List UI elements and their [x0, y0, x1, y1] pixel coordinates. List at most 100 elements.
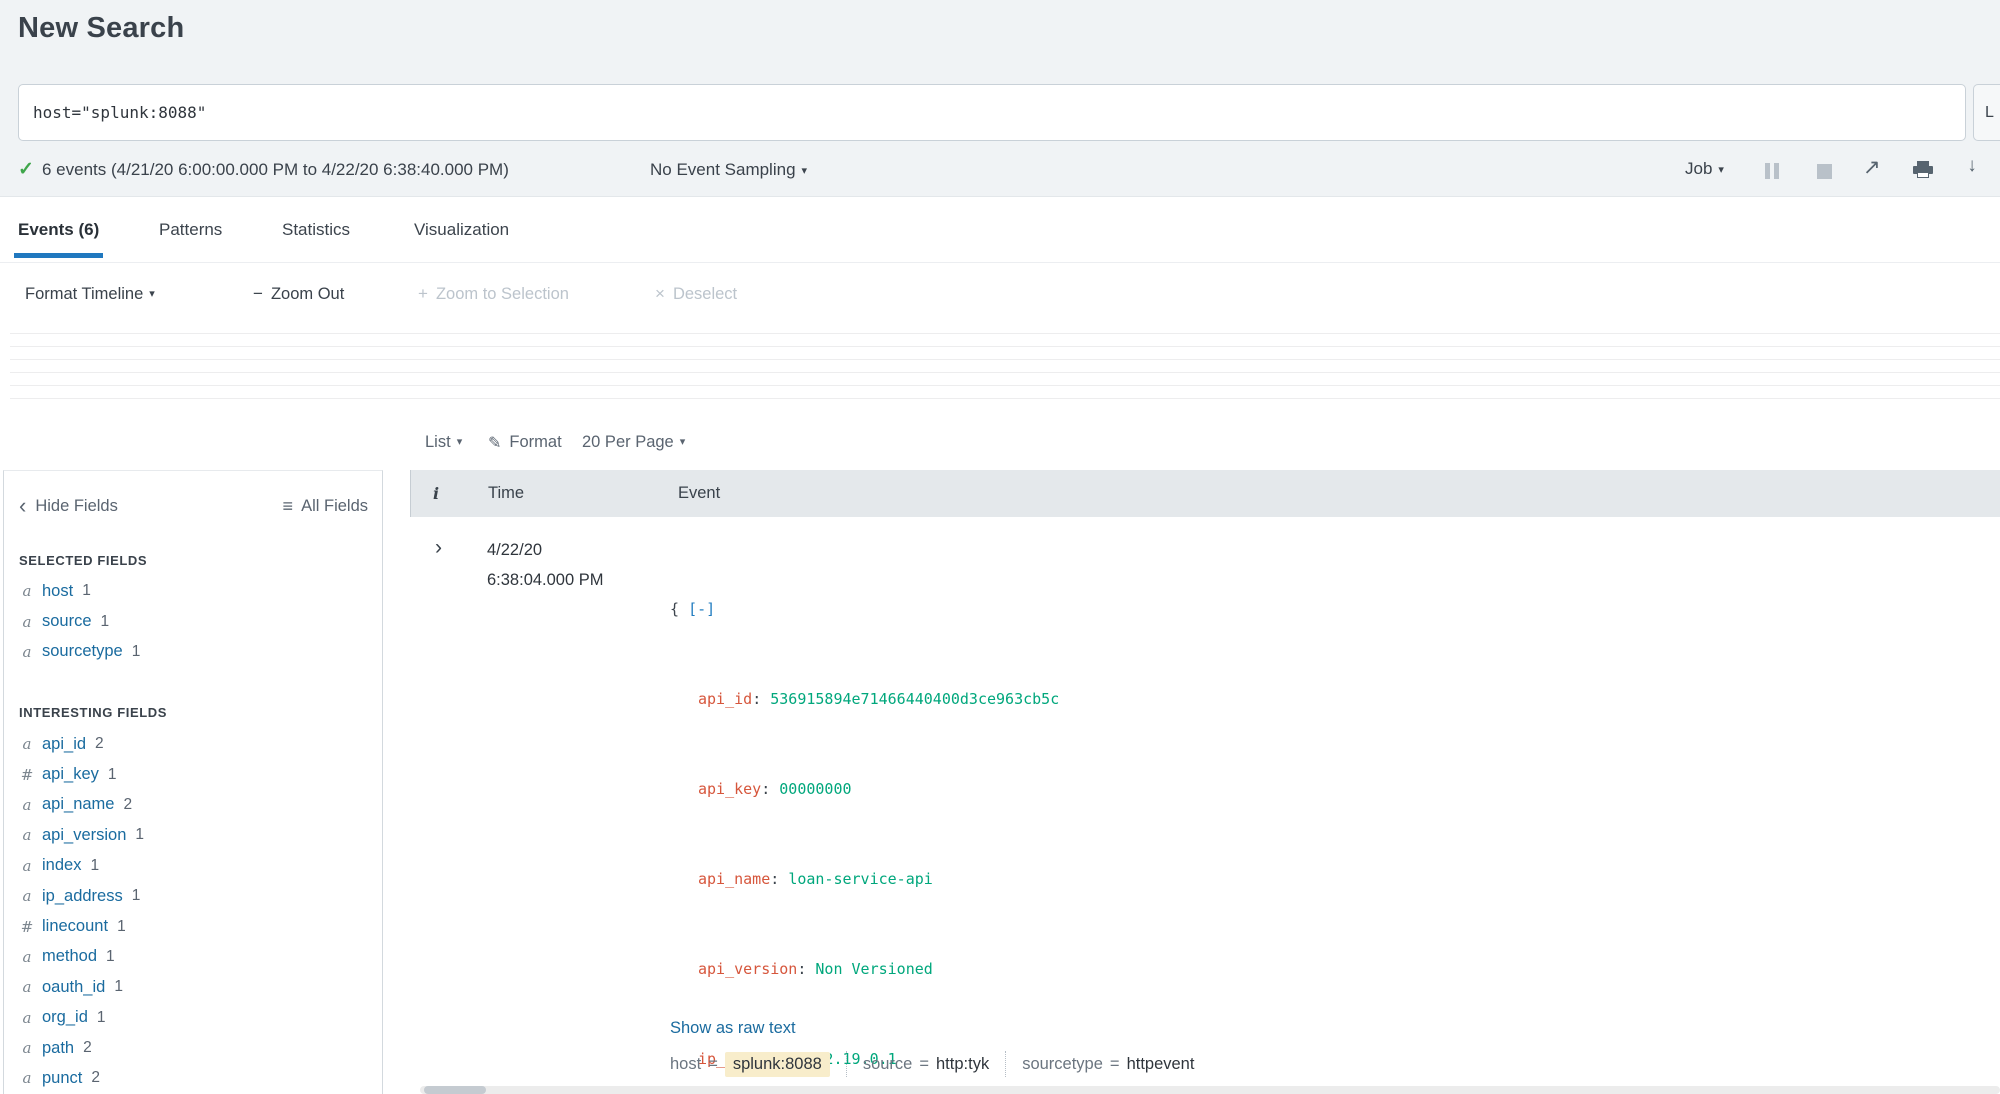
meta-source-value[interactable]: http:tyk: [936, 1055, 989, 1074]
field-type-icon: #: [20, 917, 34, 936]
event-column-header: Event: [678, 484, 721, 502]
field-type-icon: a: [22, 887, 32, 906]
search-bar: [18, 84, 1966, 141]
job-complete-check-icon: ✓: [18, 159, 34, 180]
list-icon: ≡: [282, 495, 294, 516]
interesting-fields-title: INTERESTING FIELDS: [19, 705, 168, 720]
field-type-icon: a: [22, 978, 32, 997]
pause-job-icon[interactable]: [1765, 163, 1781, 179]
format-timeline-dropdown[interactable]: Format Timeline ▾: [25, 263, 155, 325]
field-type-icon: a: [22, 795, 32, 814]
meta-sourcetype-value[interactable]: httpevent: [1127, 1055, 1195, 1074]
pencil-icon: ✎: [488, 434, 502, 452]
field-row-source[interactable]: a source 1: [19, 606, 372, 636]
results-toolbar: List ▾ ✎ Format 20 Per Page ▾: [0, 420, 2000, 465]
page-title: New Search: [18, 12, 185, 44]
meta-host-value[interactable]: splunk:8088: [724, 1051, 830, 1077]
zoom-to-selection-button: + Zoom to Selection: [418, 284, 569, 303]
fields-sidebar: ‹ Hide Fields ≡ All Fields SELECTED FIEL…: [3, 470, 383, 1094]
format-results-button[interactable]: ✎ Format: [488, 420, 562, 465]
results-tabs: Events (6) Patterns Statistics Visualiza…: [0, 197, 2000, 263]
time-column-header: Time: [488, 484, 525, 502]
all-fields-button[interactable]: ≡ All Fields: [283, 491, 368, 521]
caret-down-icon: ▾: [456, 436, 463, 448]
events-table-header: i Time Event: [410, 470, 2000, 517]
field-type-icon: a: [22, 735, 32, 754]
timeline-controls: Format Timeline ▾ − Zoom Out + Zoom to Sele…: [0, 263, 2000, 325]
chevron-left-icon: ‹: [19, 493, 27, 518]
caret-down-icon: ▾: [149, 287, 155, 300]
selected-fields-title: SELECTED FIELDS: [19, 553, 148, 568]
meta-separator: [845, 1051, 847, 1077]
field-row-org_id[interactable]: a org_id 1: [19, 1003, 372, 1033]
caret-down-icon: ▾: [679, 436, 686, 448]
collapse-json-link[interactable]: [-]: [688, 600, 715, 618]
expand-event-chevron-icon[interactable]: ›: [435, 535, 442, 561]
field-row-method[interactable]: a method 1: [19, 942, 372, 972]
meta-source-label: source: [862, 1054, 913, 1073]
event-sampling-dropdown[interactable]: No Event Sampling ▾: [650, 160, 807, 180]
export-download-icon[interactable]: ↓: [1963, 156, 1981, 176]
tab-statistics[interactable]: Statistics: [278, 197, 354, 263]
field-type-icon: a: [22, 612, 32, 631]
print-icon[interactable]: [1913, 161, 1933, 179]
caret-down-icon: ▾: [801, 165, 808, 177]
event-sampling-label: No Event Sampling: [650, 160, 796, 179]
caret-down-icon: ▾: [1718, 164, 1724, 176]
event-time: 6:38:04.000 PM: [487, 571, 604, 589]
field-type-icon: a: [22, 856, 32, 875]
field-type-icon: a: [22, 1008, 32, 1027]
job-menu-label: Job: [1685, 159, 1713, 178]
field-row-ip_address[interactable]: a ip_address 1: [19, 881, 372, 911]
plus-icon: +: [418, 284, 428, 303]
show-as-raw-text-link[interactable]: Show as raw text: [670, 1019, 796, 1038]
event-date: 4/22/20: [487, 541, 543, 559]
time-range-label: L: [1985, 103, 1994, 121]
field-type-icon: a: [22, 1039, 32, 1058]
event-count-summary: 6 events (4/21/20 6:00:00.000 PM to 4/22…: [42, 160, 509, 179]
horizontal-scrollbar[interactable]: [420, 1086, 2000, 1094]
field-type-icon: a: [22, 1069, 32, 1088]
x-icon: ×: [655, 284, 665, 303]
scrollbar-thumb[interactable]: [424, 1086, 486, 1094]
list-view-dropdown[interactable]: List ▾: [425, 420, 462, 465]
field-row-api_id[interactable]: a api_id 2: [19, 729, 372, 759]
meta-separator: [1005, 1051, 1007, 1077]
field-type-icon: a: [22, 826, 32, 845]
hide-fields-button[interactable]: ‹ Hide Fields: [19, 491, 118, 521]
zoom-out-button[interactable]: − Zoom Out: [253, 263, 344, 325]
info-column-header: i: [433, 484, 440, 503]
field-row-oauth_id[interactable]: a oauth_id 1: [19, 972, 372, 1002]
field-row-api_key[interactable]: # api_key 1: [19, 759, 372, 789]
field-row-sourcetype[interactable]: a sourcetype 1: [19, 637, 372, 667]
field-row-path[interactable]: a path 2: [19, 1033, 372, 1063]
tab-visualization[interactable]: Visualization: [410, 197, 513, 263]
event-json: { [-] api_id: 536915894e71466440400d3ce9…: [670, 600, 1060, 1068]
tab-patterns[interactable]: Patterns: [155, 197, 226, 263]
field-row-punct[interactable]: a punct 2: [19, 1063, 372, 1093]
splunk-search-page: New Search L ✓ 6 events (4/21/20 6:00:00…: [0, 0, 2000, 1094]
field-row-api_version[interactable]: a api_version 1: [19, 820, 372, 850]
field-row-api_name[interactable]: a api_name 2: [19, 790, 372, 820]
stop-job-icon[interactable]: [1817, 164, 1832, 179]
search-input[interactable]: [18, 84, 1966, 141]
job-menu-button[interactable]: Job ▾: [1685, 159, 1724, 179]
event-meta-row: host = splunk:8088 source = http:tyk sou…: [670, 1049, 1194, 1079]
field-row-host[interactable]: a host 1: [19, 576, 372, 606]
time-range-button[interactable]: L: [1973, 84, 2000, 141]
field-type-icon: a: [22, 582, 32, 601]
field-row-linecount[interactable]: # linecount 1: [19, 911, 372, 941]
deselect-button: × Deselect: [655, 284, 738, 303]
timeline-chart[interactable]: [0, 325, 2000, 411]
tab-events[interactable]: Events (6): [14, 197, 104, 263]
meta-host-label: host: [670, 1054, 702, 1073]
meta-sourcetype-label: sourcetype: [1022, 1054, 1103, 1073]
field-type-icon: a: [22, 947, 32, 966]
field-row-index[interactable]: a index 1: [19, 851, 372, 881]
share-icon[interactable]: ↗: [1863, 155, 1881, 180]
field-type-icon: a: [22, 642, 32, 661]
field-type-icon: #: [20, 765, 34, 784]
per-page-dropdown[interactable]: 20 Per Page ▾: [582, 420, 685, 465]
minus-icon: −: [253, 284, 263, 303]
search-header: New Search L ✓ 6 events (4/21/20 6:00:00…: [0, 0, 2000, 197]
